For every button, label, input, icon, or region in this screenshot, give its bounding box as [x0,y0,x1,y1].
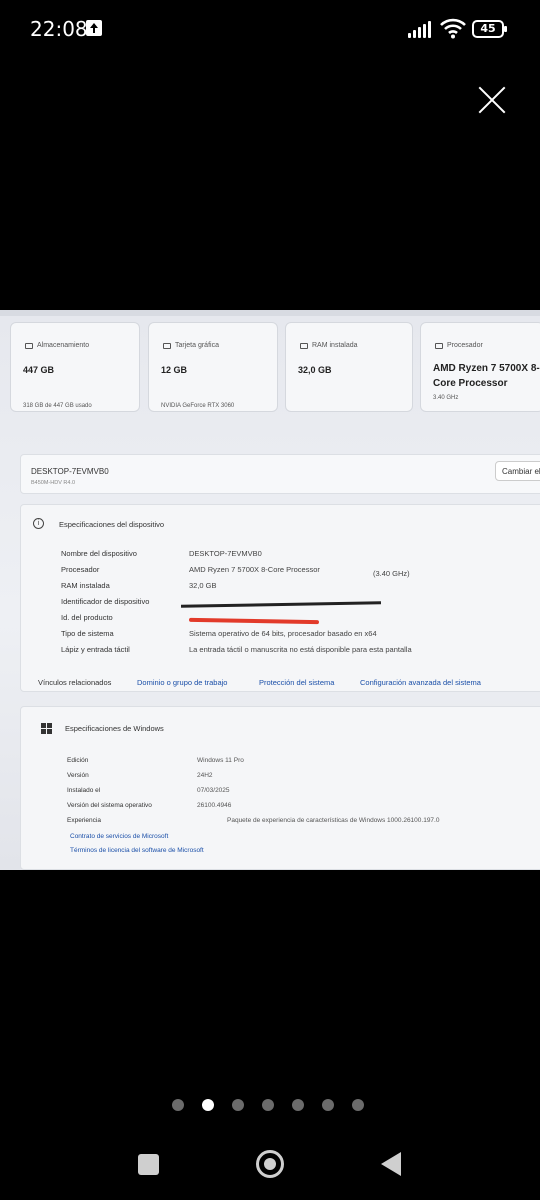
link-protection[interactable]: Protección del sistema [259,678,334,687]
spec-label: Tipo de sistema [61,629,114,638]
windows-specs-panel: Especificaciones de Windows Edición Wind… [20,706,540,870]
page-dot[interactable] [352,1099,364,1111]
link-domain[interactable]: Dominio o grupo de trabajo [137,678,227,687]
wifi-icon [440,18,466,39]
panel-title: Especificaciones de Windows [65,724,164,733]
panel-title: Especificaciones del dispositivo [59,520,165,529]
processor-icon [435,343,443,349]
close-button[interactable] [476,84,508,116]
win-spec-label: Edición [67,757,89,764]
card-label: Almacenamiento [37,342,90,349]
redaction-mark [188,617,320,625]
spec-value: AMD Ryzen 7 5700X 8-Core Processor [189,565,320,574]
back-button[interactable] [381,1152,401,1176]
processor-speed: (3.40 GHz) [373,569,410,578]
page-dot[interactable] [262,1099,274,1111]
card-storage: Almacenamiento 447 GB 318 GB de 447 GB u… [10,322,140,412]
related-links-label: Vínculos relacionados [38,678,112,687]
card-ram: RAM instalada 32,0 GB [285,322,413,412]
spec-value: Sistema operativo de 64 bits, procesador… [189,629,377,638]
spec-label: Lápiz y entrada táctil [61,645,130,654]
info-icon: i [33,518,44,529]
rename-button[interactable]: Cambiar el [495,461,540,481]
win-spec-label: Versión del sistema operativo [67,802,152,809]
signal-icon [408,21,434,38]
win-spec-value: 24H2 [197,772,213,779]
spec-label: Identificador de dispositivo [61,597,150,606]
clock: 22:08 [30,17,88,41]
card-label: RAM instalada [312,342,358,349]
spec-value: La entrada táctil o manuscrita no está d… [189,645,412,654]
device-name: DESKTOP-7EVMVB0 [31,467,109,476]
device-model: B450M-HDV R4.0 [31,480,76,486]
status-bar: 22:08 45 [0,0,540,60]
graphics-card-icon [163,343,171,349]
card-sub: NVIDIA GeForce RTX 3060 [161,403,235,409]
spec-label: Nombre del dispositivo [61,549,137,558]
win-spec-label: Versión [67,772,89,779]
win-spec-label: Experiencia [67,817,101,824]
win-spec-value: Paquete de experiencia de característica… [227,817,440,824]
spec-value: DESKTOP-7EVMVB0 [189,549,262,558]
card-value: 32,0 GB [298,365,332,375]
card-value: 12 GB [161,365,188,375]
photo-top-strip [0,310,540,316]
card-value: 447 GB [23,365,55,375]
card-processor: Procesador AMD Ryzen 7 5700X 8-Core Proc… [420,322,540,412]
windows-logo-icon [41,723,53,735]
page-dot[interactable] [322,1099,334,1111]
spec-label: Id. del producto [61,613,113,622]
device-header: DESKTOP-7EVMVB0 B450M-HDV R4.0 Cambiar e… [20,454,540,494]
card-value: AMD Ryzen 7 5700X 8-Core Processor [433,363,540,389]
spec-label: RAM instalada [61,581,110,590]
spec-label: Procesador [61,565,100,574]
win-spec-value: Windows 11 Pro [197,757,244,764]
card-sub: 3.40 GHz [433,395,459,401]
screenshot-photo: Almacenamiento 447 GB 318 GB de 447 GB u… [0,310,540,870]
recents-button[interactable] [138,1154,159,1175]
card-sub: 318 GB de 447 GB usado [23,403,92,409]
device-specs-panel: i Especificaciones del dispositivo Nombr… [20,504,540,692]
battery-icon: 45 [472,20,507,38]
page-dot[interactable] [202,1099,214,1111]
page-indicator [172,1099,368,1113]
win-spec-value: 07/03/2025 [197,787,230,794]
page-dot[interactable] [232,1099,244,1111]
win-spec-label: Instalado el [67,787,101,794]
ram-icon [300,343,308,349]
card-label: Tarjeta gráfica [175,342,219,349]
link-service-agreement[interactable]: Contrato de servicios de Microsoft [70,833,168,840]
spec-value: 32,0 GB [189,581,217,590]
home-button[interactable] [256,1150,284,1178]
link-advanced[interactable]: Configuración avanzada del sistema [360,678,481,687]
card-graphics: Tarjeta gráfica 12 GB NVIDIA GeForce RTX… [148,322,278,412]
win-spec-value: 26100.4946 [197,802,232,809]
related-links-bar: Vínculos relacionados Dominio o grupo de… [20,672,540,694]
page-dot[interactable] [172,1099,184,1111]
upload-icon [86,20,102,36]
link-license-terms[interactable]: Términos de licencia del software de Mic… [70,847,204,854]
redaction-mark [180,601,382,608]
card-label: Procesador [447,342,483,349]
page-dot[interactable] [292,1099,304,1111]
storage-icon [25,343,33,349]
